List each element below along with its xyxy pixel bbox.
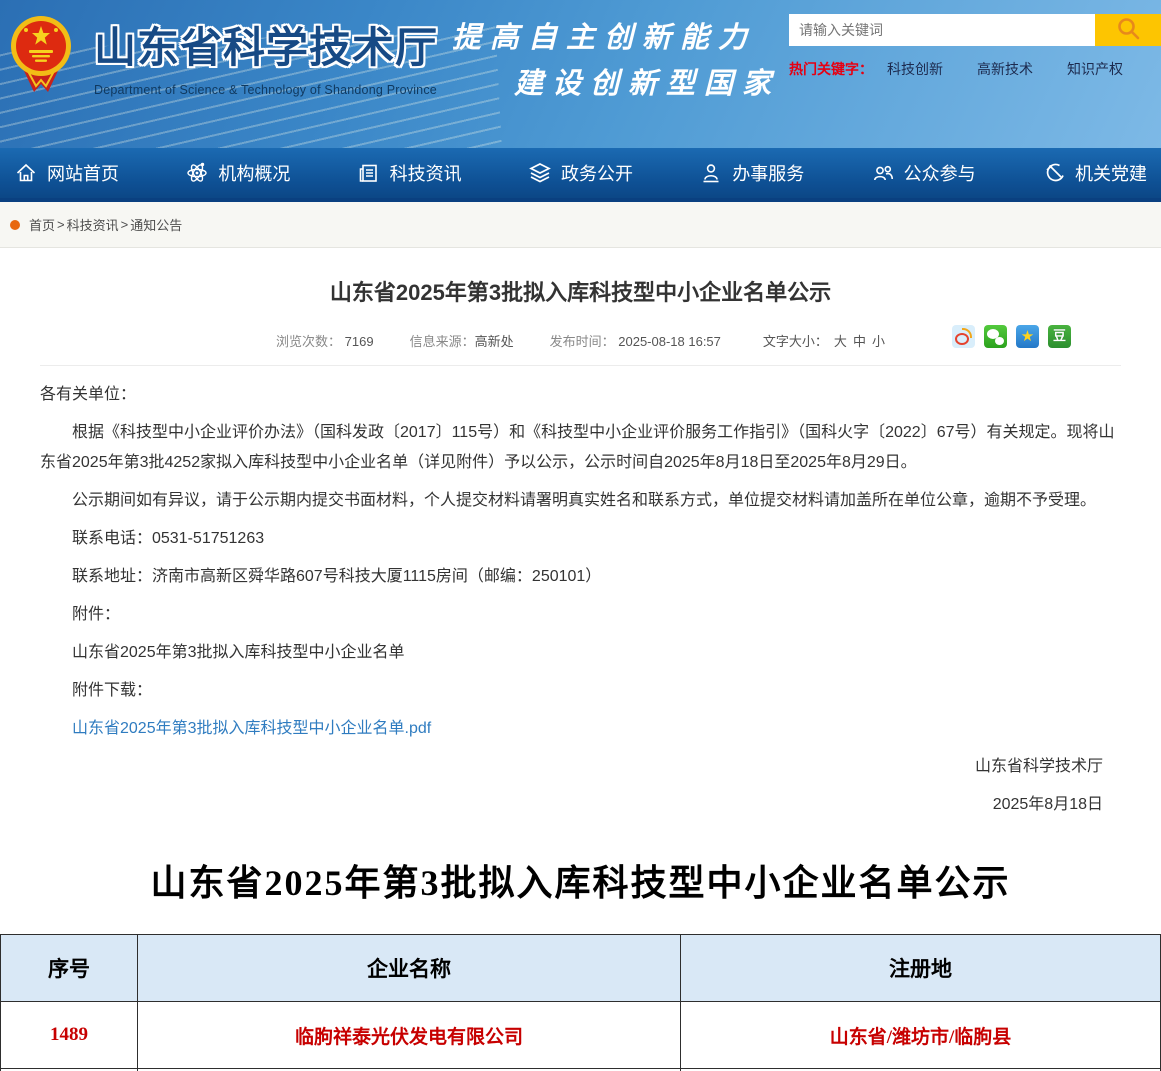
breadcrumb-separator: > (121, 217, 129, 232)
article-meta: 浏览次数： 7169 信息来源：高新处 发布时间： 2025-08-18 16:… (40, 327, 1121, 353)
font-size-small[interactable]: 小 (872, 334, 885, 349)
nav-item-participation[interactable]: 公众参与 (871, 160, 976, 186)
salutation: 各有关单位： (40, 380, 1121, 410)
column-header-region: 注册地 (681, 935, 1161, 1002)
attachment-name: 山东省2025年第3批拟入库科技型中小企业名单 (40, 638, 1121, 668)
site-title: 山东省科学技术厅 (94, 14, 438, 75)
breadcrumb: 首页 > 科技资讯 > 通知公告 (0, 202, 1161, 248)
nav-item-party-building[interactable]: 机关党建 (1042, 160, 1147, 186)
people-icon (871, 161, 895, 185)
nav-item-gov-disclosure[interactable]: 政务公开 (528, 160, 633, 186)
nav-label: 办事服务 (732, 160, 804, 186)
paragraph-basis: 根据《科技型中小企业评价办法》（国科发政〔2017〕115号）和《科技型中小企业… (40, 418, 1121, 478)
hot-keywords-label: 热门关键字： (789, 59, 873, 79)
search-button[interactable] (1095, 14, 1161, 46)
breadcrumb-dot-icon (10, 220, 20, 230)
article-body: 各有关单位： 根据《科技型中小企业评价办法》（国科发政〔2017〕115号）和《… (40, 380, 1121, 744)
share-bar: ★ 豆 (952, 325, 1071, 348)
cell-region: 山东省/潍坊市/临朐县 (681, 1002, 1161, 1069)
atom-icon (185, 161, 209, 185)
meta-views: 浏览次数： 7169 (276, 331, 374, 350)
header-slogan: 提高自主创新能力 建设创新型国家 (452, 14, 780, 102)
attachment-download-label: 附件下载： (40, 676, 1121, 706)
contact-address: 联系地址：济南市高新区舜华路607号科技大厦1115房间（邮编：250101） (40, 562, 1121, 592)
breadcrumb-news[interactable]: 科技资讯 (67, 215, 119, 234)
nav-label: 政务公开 (561, 160, 633, 186)
qzone-share-icon[interactable]: ★ (1016, 325, 1039, 348)
meta-font-size: 文字大小：大中小 (757, 331, 885, 350)
font-size-medium[interactable]: 中 (853, 334, 866, 349)
weibo-share-icon[interactable] (952, 325, 975, 348)
nav-label: 网站首页 (47, 160, 119, 186)
nav-label: 公众参与 (904, 160, 976, 186)
meta-publish-time: 发布时间： 2025-08-18 16:57 (550, 331, 721, 350)
column-header-name: 企业名称 (138, 935, 681, 1002)
nav-label: 机构概况 (218, 160, 290, 186)
person-service-icon (699, 161, 723, 185)
wechat-share-icon[interactable] (984, 325, 1007, 348)
contact-phone: 联系电话：0531-51751263 (40, 524, 1121, 554)
main-navigation: 网站首页 机构概况 科技资讯 政务公开 办事服务 公众参与 机关党建 (0, 148, 1161, 202)
enterprise-roster-table: 序号 企业名称 注册地 1489 临朐祥泰光伏发电有限公司 山东省/潍坊市/临朐… (0, 934, 1161, 1071)
column-header-no: 序号 (1, 935, 138, 1002)
search-icon (1115, 15, 1142, 45)
article-title: 山东省2025年第3批拟入库科技型中小企业名单公示 (40, 275, 1121, 307)
meta-source: 信息来源：高新处 (410, 331, 514, 350)
home-icon (14, 161, 38, 185)
national-emblem-logo (8, 8, 74, 101)
hot-keyword-1[interactable]: 科技创新 (887, 59, 943, 79)
search-bar (789, 14, 1161, 46)
newspaper-icon (357, 161, 381, 185)
attachment-pdf-link[interactable]: 山东省2025年第3批拟入库科技型中小企业名单.pdf (72, 720, 431, 737)
roster-title: 山东省2025年第3批拟入库科技型中小企业名单公示 (40, 854, 1121, 906)
signature-block: 山东省科学技术厅 2025年8月18日 (40, 752, 1121, 820)
nav-item-home[interactable]: 网站首页 (14, 160, 119, 186)
breadcrumb-home[interactable]: 首页 (29, 215, 55, 234)
hot-keyword-2[interactable]: 高新技术 (977, 59, 1033, 79)
table-row: 1489 临朐祥泰光伏发电有限公司 山东省/潍坊市/临朐县 (1, 1002, 1161, 1069)
hot-keyword-3[interactable]: 知识产权 (1067, 59, 1123, 79)
slogan-line-1: 提高自主创新能力 (452, 14, 780, 56)
nav-item-news[interactable]: 科技资讯 (357, 160, 462, 186)
nav-item-about[interactable]: 机构概况 (185, 160, 290, 186)
paragraph-objection: 公示期间如有异议，请于公示期内提交书面材料，个人提交材料请署明真实姓名和联系方式… (40, 486, 1121, 516)
attachment-label: 附件： (40, 600, 1121, 630)
slogan-line-2: 建设创新型国家 (514, 60, 780, 102)
font-size-large[interactable]: 大 (834, 334, 847, 349)
nav-item-services[interactable]: 办事服务 (699, 160, 804, 186)
search-input[interactable] (789, 14, 1095, 46)
breadcrumb-notices[interactable]: 通知公告 (130, 215, 182, 234)
signature-org: 山东省科学技术厅 (40, 752, 1103, 782)
layers-icon (528, 161, 552, 185)
breadcrumb-separator: > (57, 217, 65, 232)
douban-share-icon[interactable]: 豆 (1048, 325, 1071, 348)
site-header: 山东省科学技术厅 Department of Science & Technol… (0, 0, 1161, 148)
table-header-row: 序号 企业名称 注册地 (1, 935, 1161, 1002)
page: 山东省科学技术厅 Department of Science & Technol… (0, 0, 1161, 1071)
cell-no: 1489 (1, 1002, 138, 1069)
nav-label: 机关党建 (1075, 160, 1147, 186)
site-title-english: Department of Science & Technology of Sh… (94, 83, 438, 97)
nav-label: 科技资讯 (390, 160, 462, 186)
article-content: 山东省2025年第3批拟入库科技型中小企业名单公示 浏览次数： 7169 信息来… (0, 275, 1161, 1071)
meta-divider (40, 365, 1121, 366)
signature-date: 2025年8月18日 (40, 790, 1103, 820)
cell-name: 临朐祥泰光伏发电有限公司 (138, 1002, 681, 1069)
hammer-sickle-icon (1042, 161, 1066, 185)
